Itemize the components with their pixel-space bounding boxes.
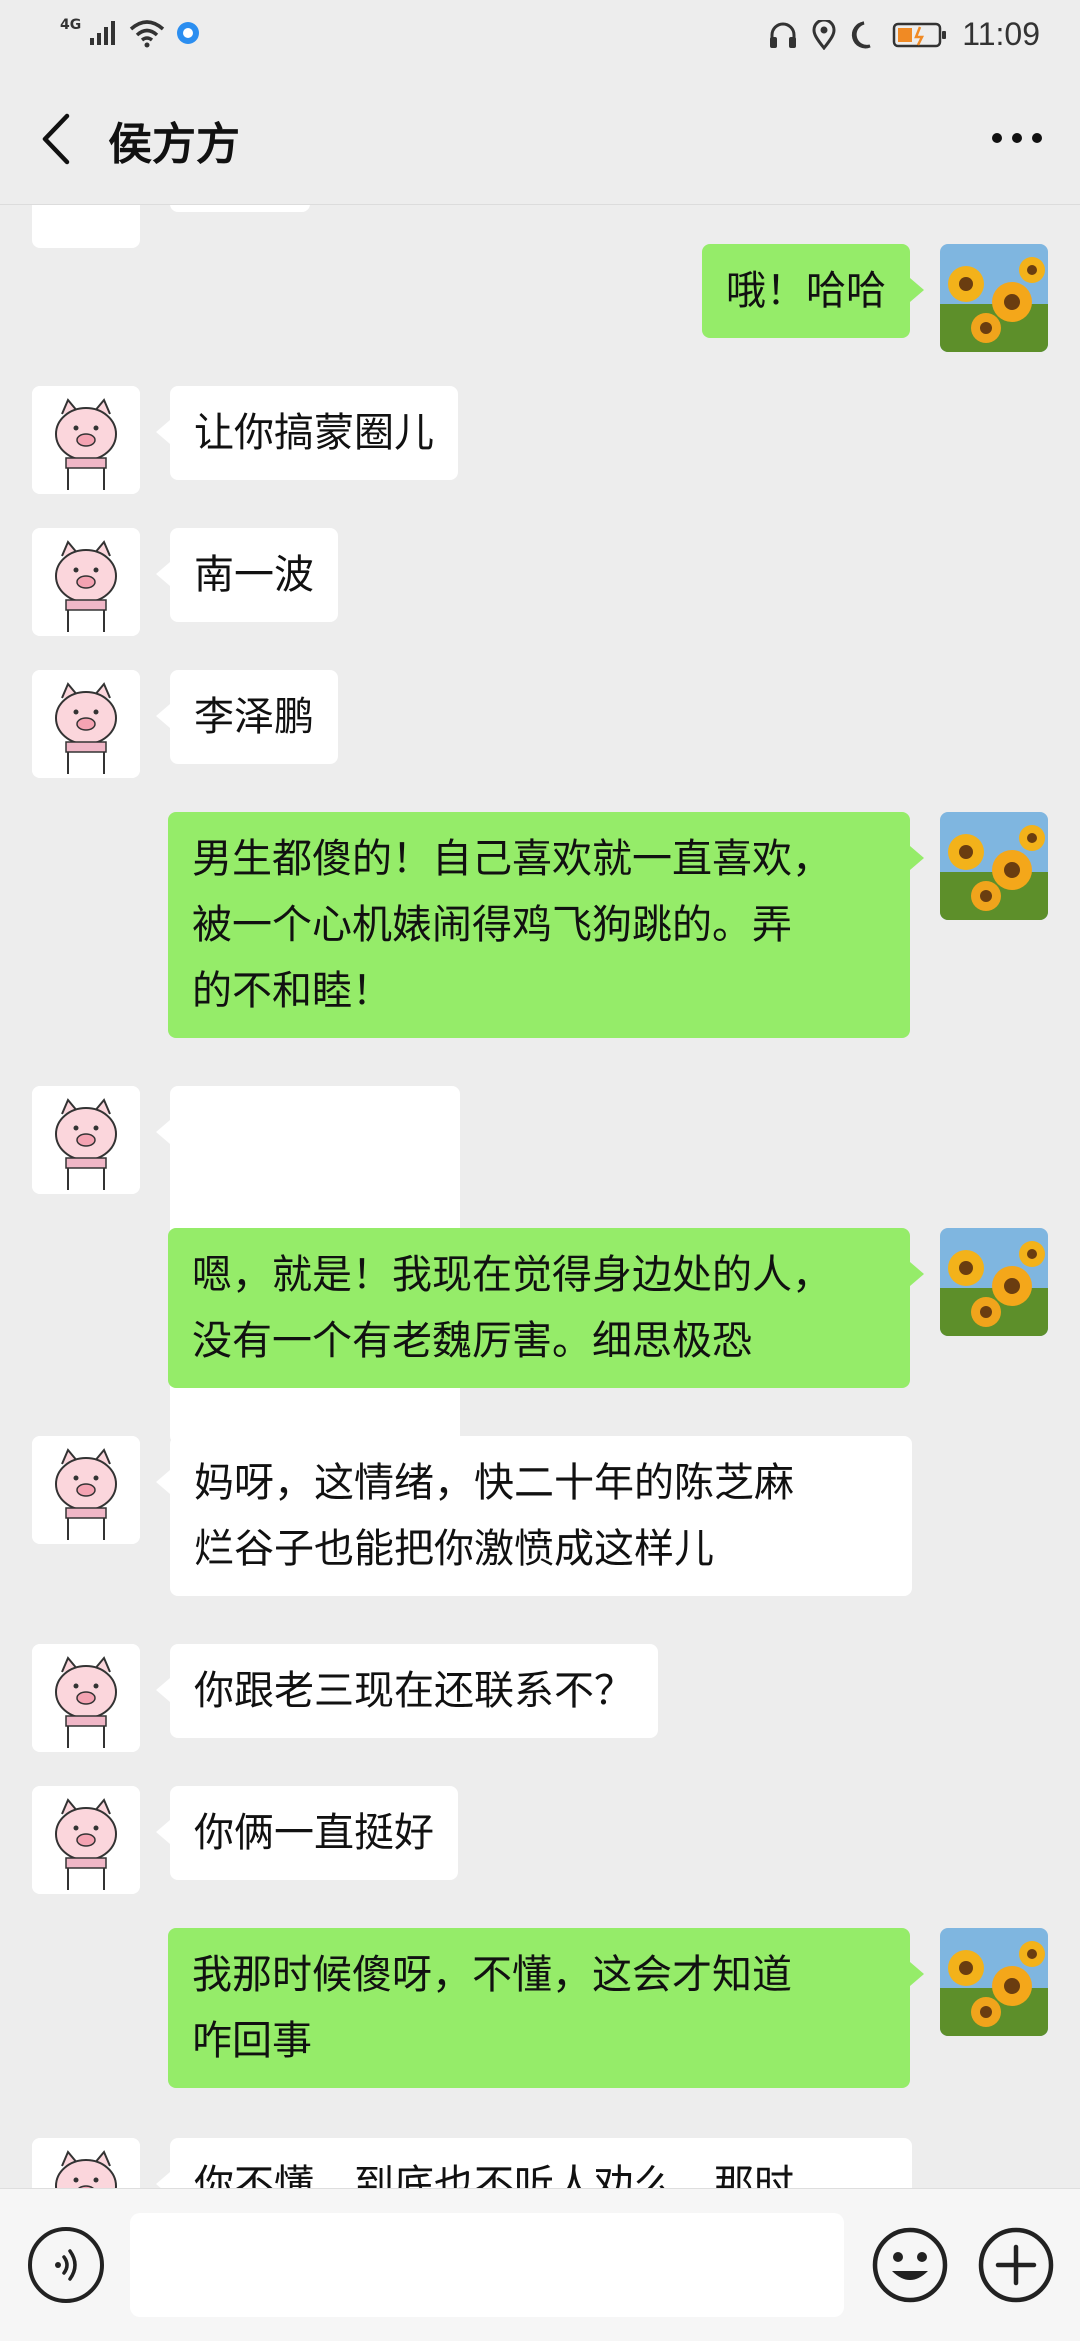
my-avatar[interactable] xyxy=(940,244,1048,352)
contact-avatar[interactable] xyxy=(32,528,140,636)
battery-icon xyxy=(893,22,947,47)
chat-title: 侯方方 xyxy=(108,119,240,170)
plus-icon xyxy=(978,2227,1054,2303)
input-bar xyxy=(0,2188,1080,2341)
message-input[interactable] xyxy=(130,2213,844,2317)
sunflower-avatar-image xyxy=(940,812,1048,920)
more-functions-button[interactable] xyxy=(976,2225,1056,2305)
pig-avatar-image xyxy=(32,1436,140,1544)
more-icon xyxy=(992,133,1042,143)
message-bubble[interactable]: 嗯，就是！我现在觉得身边处的人， 没有一个有老魏厉害。细思极恐 xyxy=(168,1228,924,1388)
moon-icon xyxy=(852,21,871,48)
back-button[interactable] xyxy=(26,104,86,174)
voice-icon xyxy=(55,2249,77,2281)
location-icon xyxy=(812,19,836,50)
contact-avatar[interactable] xyxy=(32,1086,140,1194)
sunflower-avatar-image xyxy=(940,1928,1048,2036)
contact-avatar[interactable] xyxy=(32,1644,140,1752)
pig-avatar-image xyxy=(32,528,140,636)
chat-header: 侯方方 xyxy=(0,72,1080,205)
sunflower-avatar-image xyxy=(940,244,1048,352)
message-bubble[interactable]: 哦！哈哈 xyxy=(702,244,924,338)
message-bubble[interactable]: 李泽鹏 xyxy=(156,670,338,764)
contact-avatar[interactable] xyxy=(32,1786,140,1894)
network-type: 4G xyxy=(60,17,82,33)
my-avatar[interactable] xyxy=(940,1928,1048,2036)
voice-input-button[interactable] xyxy=(28,2227,104,2303)
sunflower-avatar-image xyxy=(940,1228,1048,1336)
pig-avatar-image xyxy=(32,386,140,494)
app-notification-icon xyxy=(177,22,200,44)
status-bar: 4G 11:09 xyxy=(0,0,1080,72)
message-bubble[interactable]: 妈呀，这情绪，快二十年的陈芝麻 烂谷子也能把你激愤成这样儿 xyxy=(156,1436,912,1596)
message-bubble[interactable]: 让你搞蒙圈儿 xyxy=(156,386,458,480)
message-list[interactable]: 哦！哈哈 让你搞蒙圈儿 南一波 李泽鹏 男生都傻的！自己喜欢就一直喜欢， 被一个… xyxy=(0,204,1080,2188)
contact-avatar[interactable] xyxy=(32,2138,140,2188)
pig-avatar-image xyxy=(32,1644,140,1752)
headphones-icon xyxy=(770,22,797,48)
contact-avatar[interactable] xyxy=(32,386,140,494)
message-bubble[interactable]: 你跟老三现在还联系不？ xyxy=(156,1644,658,1738)
pig-avatar-image xyxy=(32,1786,140,1894)
contact-avatar[interactable] xyxy=(32,670,140,778)
message-bubble[interactable]: 南一波 xyxy=(156,528,338,622)
contact-avatar[interactable] xyxy=(32,204,140,248)
signal-icon xyxy=(90,21,116,45)
pig-avatar-image xyxy=(32,2138,140,2188)
my-avatar[interactable] xyxy=(940,812,1048,920)
message-bubble[interactable]: 男生都傻的！自己喜欢就一直喜欢， 被一个心机婊闹得鸡飞狗跳的。弄 的不和睦！ xyxy=(168,812,924,1038)
status-right: 11:09 xyxy=(768,16,1040,53)
emoji-button[interactable] xyxy=(870,2225,950,2305)
pig-avatar-image xyxy=(32,1086,140,1194)
more-options-button[interactable] xyxy=(982,108,1052,168)
clock: 11:09 xyxy=(962,16,1040,52)
message-bubble[interactable]: 你俩一直挺好 xyxy=(156,1786,458,1880)
message-row xyxy=(0,204,1080,248)
smiley-icon xyxy=(872,2227,948,2303)
status-left: 4G xyxy=(60,17,201,48)
pig-avatar-image xyxy=(32,670,140,778)
chevron-left-icon xyxy=(42,113,70,165)
message-bubble[interactable] xyxy=(170,204,310,212)
contact-avatar[interactable] xyxy=(32,1436,140,1544)
wifi-icon xyxy=(130,20,165,48)
my-avatar[interactable] xyxy=(940,1228,1048,1336)
message-bubble[interactable]: 你不懂，到底也不听人劝么，那时 xyxy=(156,2138,912,2188)
message-bubble[interactable]: 我那时候傻呀，不懂，这会才知道 咋回事 xyxy=(168,1928,924,2088)
